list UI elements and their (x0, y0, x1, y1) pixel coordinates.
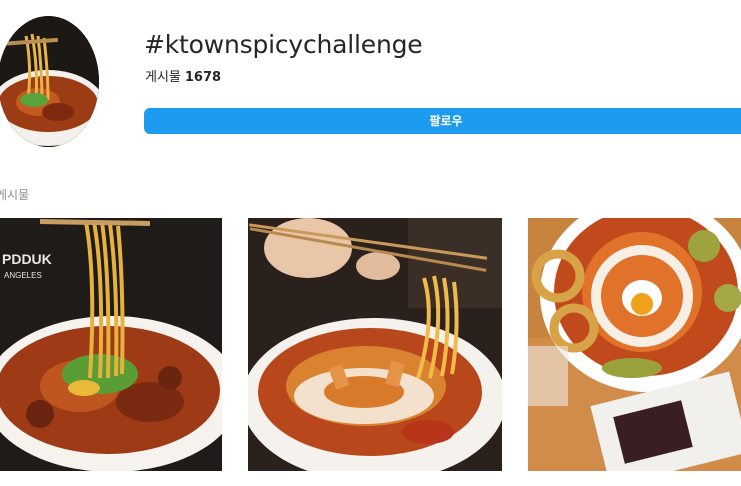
post-1-image: PDDUK ANGELES (0, 218, 222, 471)
post-thumbnail-1[interactable]: PDDUK ANGELES (0, 218, 222, 471)
post-thumbnail-2[interactable] (248, 218, 502, 471)
hashtag-title: #ktownspicychallenge (144, 30, 423, 59)
post-thumbnail-3[interactable] (528, 218, 741, 471)
post-2-image (248, 218, 502, 471)
post-3-image (528, 218, 741, 471)
section-label-posts: 게시물 (0, 188, 30, 202)
avatar-food-image (0, 16, 99, 147)
logo-text: PDDUK (2, 251, 52, 267)
logo-subtext: ANGELES (4, 271, 42, 280)
post-count: 게시물 1678 (145, 66, 221, 85)
post-count-label: 게시물 (145, 70, 181, 85)
hashtag-avatar (0, 16, 99, 147)
follow-button[interactable]: 팔로우 (144, 108, 741, 134)
post-count-value: 1678 (184, 70, 222, 85)
